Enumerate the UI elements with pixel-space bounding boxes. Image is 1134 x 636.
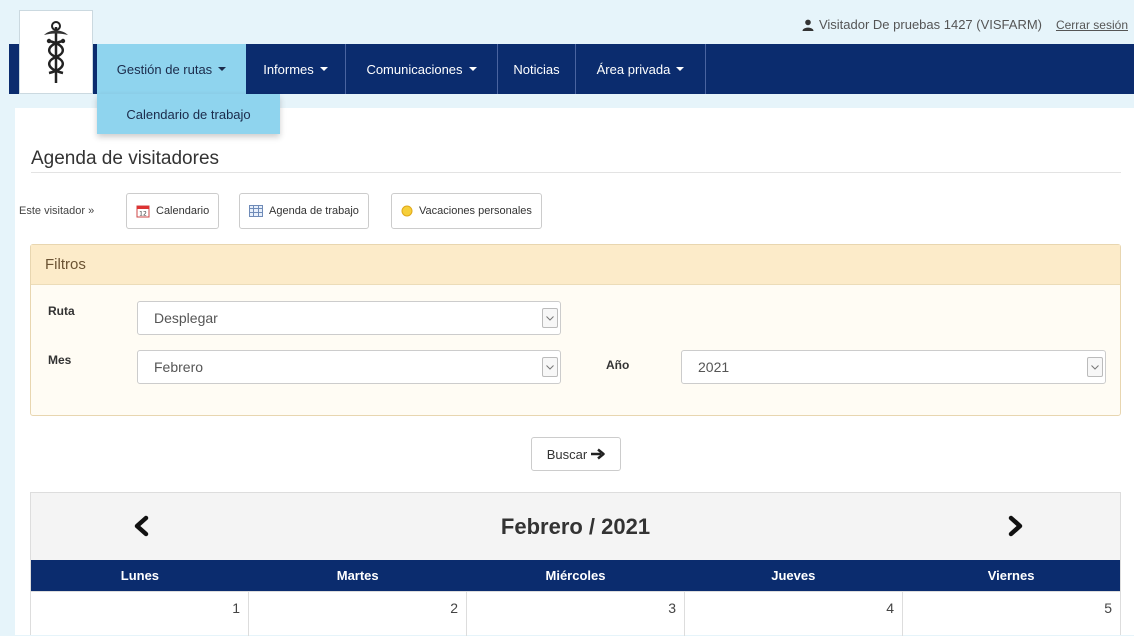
chevron-left-icon bbox=[134, 515, 149, 537]
visitor-label: Este visitador » bbox=[19, 205, 95, 217]
caduceus-logo[interactable] bbox=[19, 10, 93, 94]
caret-down-icon bbox=[319, 67, 328, 71]
main-navbar: Gestión de rutas Informes Comunicaciones… bbox=[9, 44, 1134, 94]
nav-informes[interactable]: Informes bbox=[246, 44, 346, 94]
arrow-right-icon bbox=[591, 448, 605, 460]
weekday-miercoles: Miércoles bbox=[545, 568, 606, 583]
calendar-weekdays: Lunes Martes Miércoles Jueves Viernes bbox=[31, 560, 1120, 591]
calendar-day-cell[interactable]: 3 bbox=[467, 591, 685, 636]
svg-text:12: 12 bbox=[139, 211, 147, 218]
weekday-jueves: Jueves bbox=[771, 568, 816, 583]
anio-label: Año bbox=[606, 358, 630, 372]
logout-link[interactable]: Cerrar sesión bbox=[1056, 18, 1128, 32]
chevron-right-icon bbox=[1008, 515, 1023, 537]
weekday-martes: Martes bbox=[336, 568, 379, 583]
content-panel: Agenda de visitadores Este visitador » 1… bbox=[15, 108, 1134, 636]
mes-select[interactable]: Febrero bbox=[137, 350, 561, 384]
anio-value: 2021 bbox=[698, 359, 730, 375]
calendar-title: Febrero / 2021 bbox=[500, 514, 651, 539]
agenda-trabajo-button[interactable]: Agenda de trabajo bbox=[239, 193, 369, 229]
nav-area-privada[interactable]: Área privada bbox=[576, 44, 706, 94]
calendar-day-cell[interactable]: 4 bbox=[685, 591, 903, 636]
buscar-button[interactable]: Buscar bbox=[531, 437, 621, 471]
table-icon bbox=[249, 205, 263, 217]
visitor-toolbar: Este visitador » 12 Calendario Agenda de… bbox=[19, 193, 619, 229]
nav-comunicaciones[interactable]: Comunicaciones bbox=[346, 44, 498, 94]
mes-label: Mes bbox=[48, 353, 72, 367]
filters-title: Filtros bbox=[31, 245, 1120, 285]
calendar-icon: 12 bbox=[136, 205, 150, 218]
caret-down-icon bbox=[468, 67, 477, 71]
title-divider bbox=[31, 172, 1121, 173]
user-name: Visitador De pruebas 1427 (VISFARM) bbox=[818, 17, 1042, 32]
ruta-value: Desplegar bbox=[154, 310, 218, 326]
nav-gestion-rutas[interactable]: Gestión de rutas bbox=[97, 44, 246, 94]
caret-down-icon bbox=[676, 67, 685, 71]
weekday-lunes: Lunes bbox=[120, 568, 160, 583]
chevron-down-icon bbox=[1087, 357, 1103, 377]
calendar-header: Febrero / 2021 bbox=[31, 493, 1120, 560]
caret-down-icon bbox=[218, 67, 227, 71]
calendar-day-cell[interactable]: 1 bbox=[31, 591, 249, 636]
mes-value: Febrero bbox=[154, 359, 204, 375]
chevron-down-icon bbox=[542, 357, 558, 377]
ruta-label: Ruta bbox=[48, 304, 75, 318]
sun-dot-icon bbox=[401, 205, 413, 217]
chevron-down-icon bbox=[542, 308, 558, 328]
weekday-viernes: Viernes bbox=[987, 568, 1035, 583]
calendar-day-cell[interactable]: 2 bbox=[249, 591, 467, 636]
calendar: Febrero / 2021 Lunes Martes Miércoles Ju… bbox=[30, 492, 1121, 636]
ruta-select[interactable]: Desplegar bbox=[137, 301, 561, 335]
next-month-button[interactable] bbox=[1002, 513, 1028, 539]
page-title: Agenda de visitadores bbox=[31, 148, 220, 169]
calendario-button[interactable]: 12 Calendario bbox=[126, 193, 220, 229]
calendar-day-cell[interactable]: 5 bbox=[903, 591, 1120, 636]
nav-noticias[interactable]: Noticias bbox=[498, 44, 576, 94]
filters-panel: Filtros Ruta Desplegar Mes Febrero Año 2… bbox=[30, 244, 1121, 416]
user-bar: Visitador De pruebas 1427 (VISFARM) Cerr… bbox=[0, 0, 1134, 44]
calendar-week-row: 1 2 3 4 5 bbox=[31, 591, 1120, 636]
anio-select[interactable]: 2021 bbox=[681, 350, 1106, 384]
user-icon bbox=[802, 19, 814, 31]
dropdown-calendario-trabajo[interactable]: Calendario de trabajo bbox=[97, 94, 280, 134]
user-info: Visitador De pruebas 1427 (VISFARM) bbox=[802, 17, 1042, 32]
prev-month-button[interactable] bbox=[129, 513, 155, 539]
vacaciones-personales-button[interactable]: Vacaciones personales bbox=[391, 193, 542, 229]
